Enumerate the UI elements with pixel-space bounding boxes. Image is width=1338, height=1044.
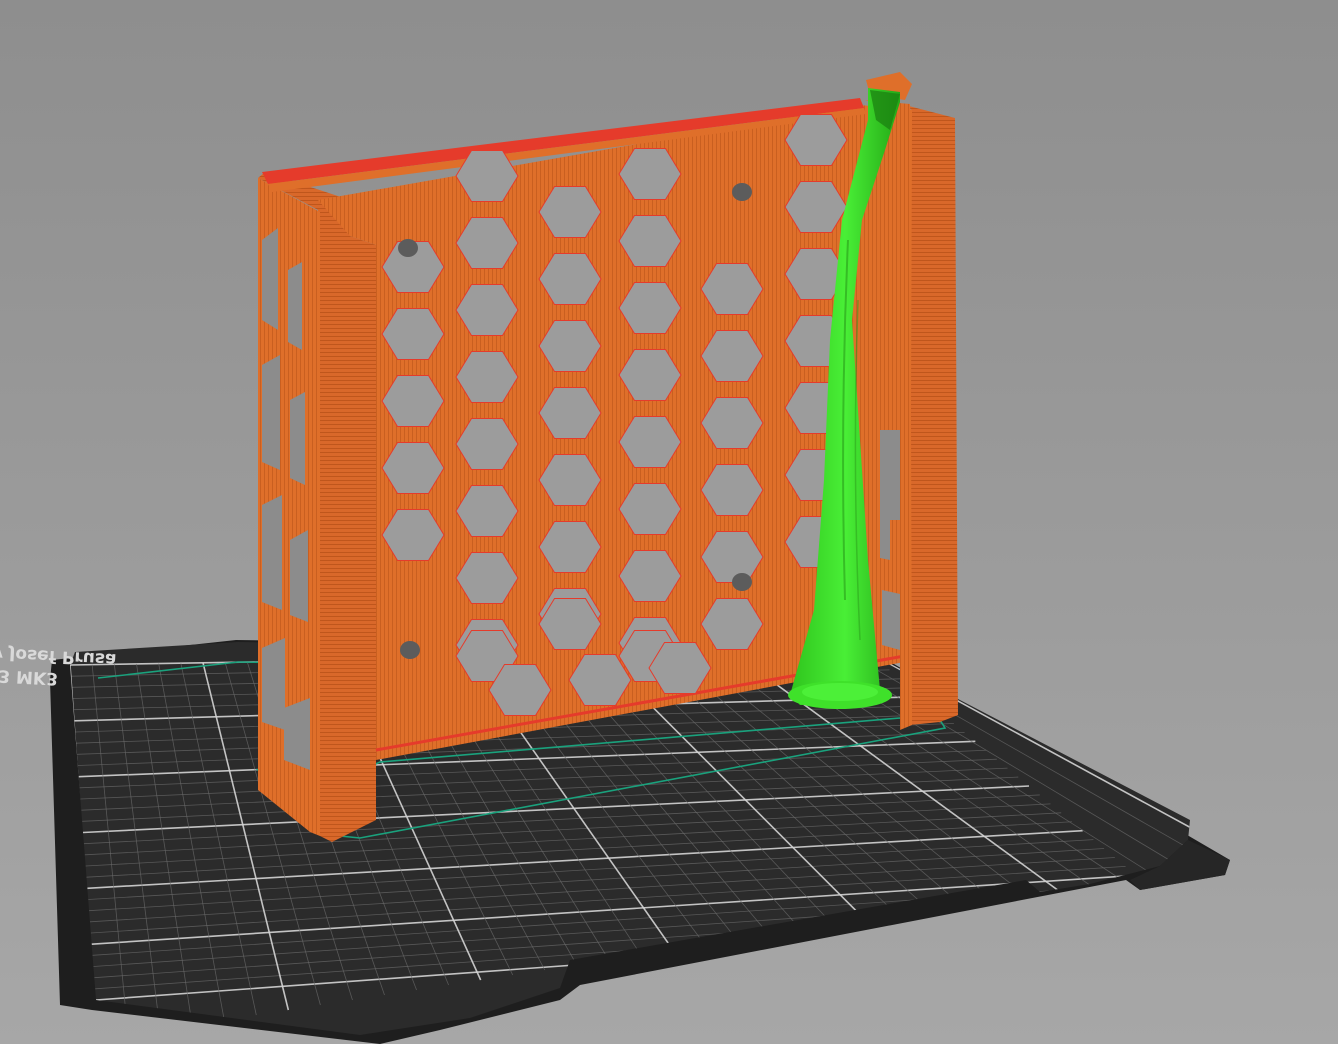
right-side-wall (905, 105, 958, 725)
3d-preview-viewport[interactable]: y Josef Prusa I3 MK3 (0, 0, 1338, 1044)
3d-scene: y Josef Prusa I3 MK3 (0, 0, 1338, 1044)
bed-label-model: I3 MK3 (0, 665, 59, 688)
